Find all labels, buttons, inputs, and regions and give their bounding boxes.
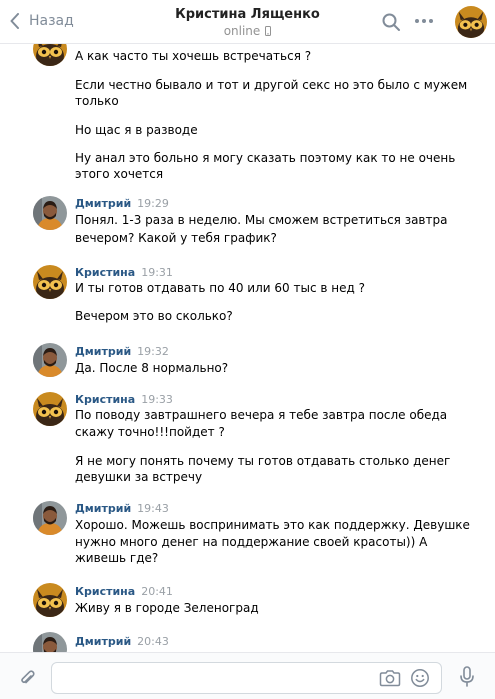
- message-text: Вечером это во сколько?: [75, 309, 233, 323]
- message-text: живешь где?: [75, 551, 159, 565]
- message-text: Ну анал это больно я могу сказать поэтом…: [75, 151, 456, 165]
- back-label: Назад: [29, 13, 74, 29]
- message-text: скажу точно!!!пойдет ?: [75, 425, 225, 439]
- message-time: 19:32: [137, 345, 169, 358]
- message-time: 19:29: [137, 197, 169, 210]
- message-text: Да. После 8 нормально?: [75, 361, 229, 375]
- message-text: этого хочется: [75, 167, 164, 181]
- back-button[interactable]: Назад: [10, 9, 74, 33]
- avatar[interactable]: [33, 583, 67, 617]
- message-meta: Дмитрий 20:43: [75, 635, 169, 649]
- message-text: Но щас я в разводе: [75, 123, 198, 137]
- avatar[interactable]: [33, 392, 67, 426]
- message-meta: Кристина 20:41: [75, 585, 173, 599]
- message-text: только: [75, 94, 119, 108]
- message-time: 19:43: [137, 502, 169, 515]
- avatar[interactable]: [33, 265, 67, 299]
- avatar[interactable]: [33, 343, 67, 377]
- microphone-icon[interactable]: [459, 666, 475, 688]
- avatar[interactable]: [33, 196, 67, 230]
- message-time: 19:33: [141, 393, 173, 406]
- message-text: И ты готов отдавать по 40 или 60 тыс в н…: [75, 281, 365, 295]
- contact-name: Кристина Лященко: [175, 7, 320, 22]
- message-meta: Кристина 19:33: [75, 393, 173, 407]
- more-horizontal-icon[interactable]: [414, 18, 434, 24]
- chevron-left-icon: [10, 13, 19, 29]
- message-meta: Дмитрий 19:32: [75, 345, 169, 359]
- search-icon[interactable]: [381, 12, 401, 32]
- message-text: Живу я в городе Зеленоград: [75, 601, 259, 615]
- message-text: Хорошо. Можешь воспринимать это как подд…: [75, 518, 470, 532]
- camera-icon[interactable]: [379, 669, 401, 687]
- message-text: Понял. 1-3 раза в неделю. Мы сможем встр…: [75, 213, 448, 227]
- author-name[interactable]: Кристина: [75, 393, 135, 406]
- author-name[interactable]: Дмитрий: [75, 345, 131, 358]
- message-time: 19:31: [141, 266, 173, 279]
- author-name[interactable]: Дмитрий: [75, 502, 131, 515]
- avatar[interactable]: [33, 632, 67, 652]
- smile-icon[interactable]: [410, 668, 430, 688]
- message-meta: Дмитрий 19:43: [75, 502, 169, 516]
- author-name[interactable]: Кристина: [75, 266, 135, 279]
- message-text: нужно много денег на поддержание своей к…: [75, 535, 428, 549]
- message-text: Я не могу понять почему ты готов отдават…: [75, 454, 451, 468]
- mobile-phone-icon: [265, 26, 272, 36]
- author-name[interactable]: Дмитрий: [75, 197, 131, 210]
- message-history[interactable]: А как часто ты хочешь встречаться ? Если…: [0, 30, 495, 652]
- status-text: online: [223, 24, 261, 38]
- message-text: вечером? Какой у тебя график?: [75, 231, 277, 245]
- message-input[interactable]: [51, 662, 442, 694]
- chat-title[interactable]: Кристина Лященко online: [140, 6, 355, 39]
- message-composer: [0, 652, 495, 699]
- message-meta: Кристина 19:31: [75, 266, 173, 280]
- message-text: девушки за встречу: [75, 470, 203, 484]
- chat-header: Назад Кристина Лященко online: [0, 0, 495, 44]
- message-text: По поводу завтрашнего вечера я тебе завт…: [75, 408, 448, 422]
- message-text: Если честно бывало и тот и другой секс н…: [75, 78, 468, 92]
- message-time: 20:41: [141, 585, 173, 598]
- avatar[interactable]: [33, 501, 67, 535]
- message-text: А как часто ты хочешь встречаться ?: [75, 49, 312, 63]
- message-time: 20:43: [137, 635, 169, 648]
- message-meta: Дмитрий 19:29: [75, 197, 169, 211]
- paperclip-icon[interactable]: [19, 668, 35, 688]
- author-name[interactable]: Кристина: [75, 585, 135, 598]
- author-name[interactable]: Дмитрий: [75, 635, 131, 648]
- contact-avatar[interactable]: [455, 6, 487, 38]
- contact-status: online: [140, 23, 355, 39]
